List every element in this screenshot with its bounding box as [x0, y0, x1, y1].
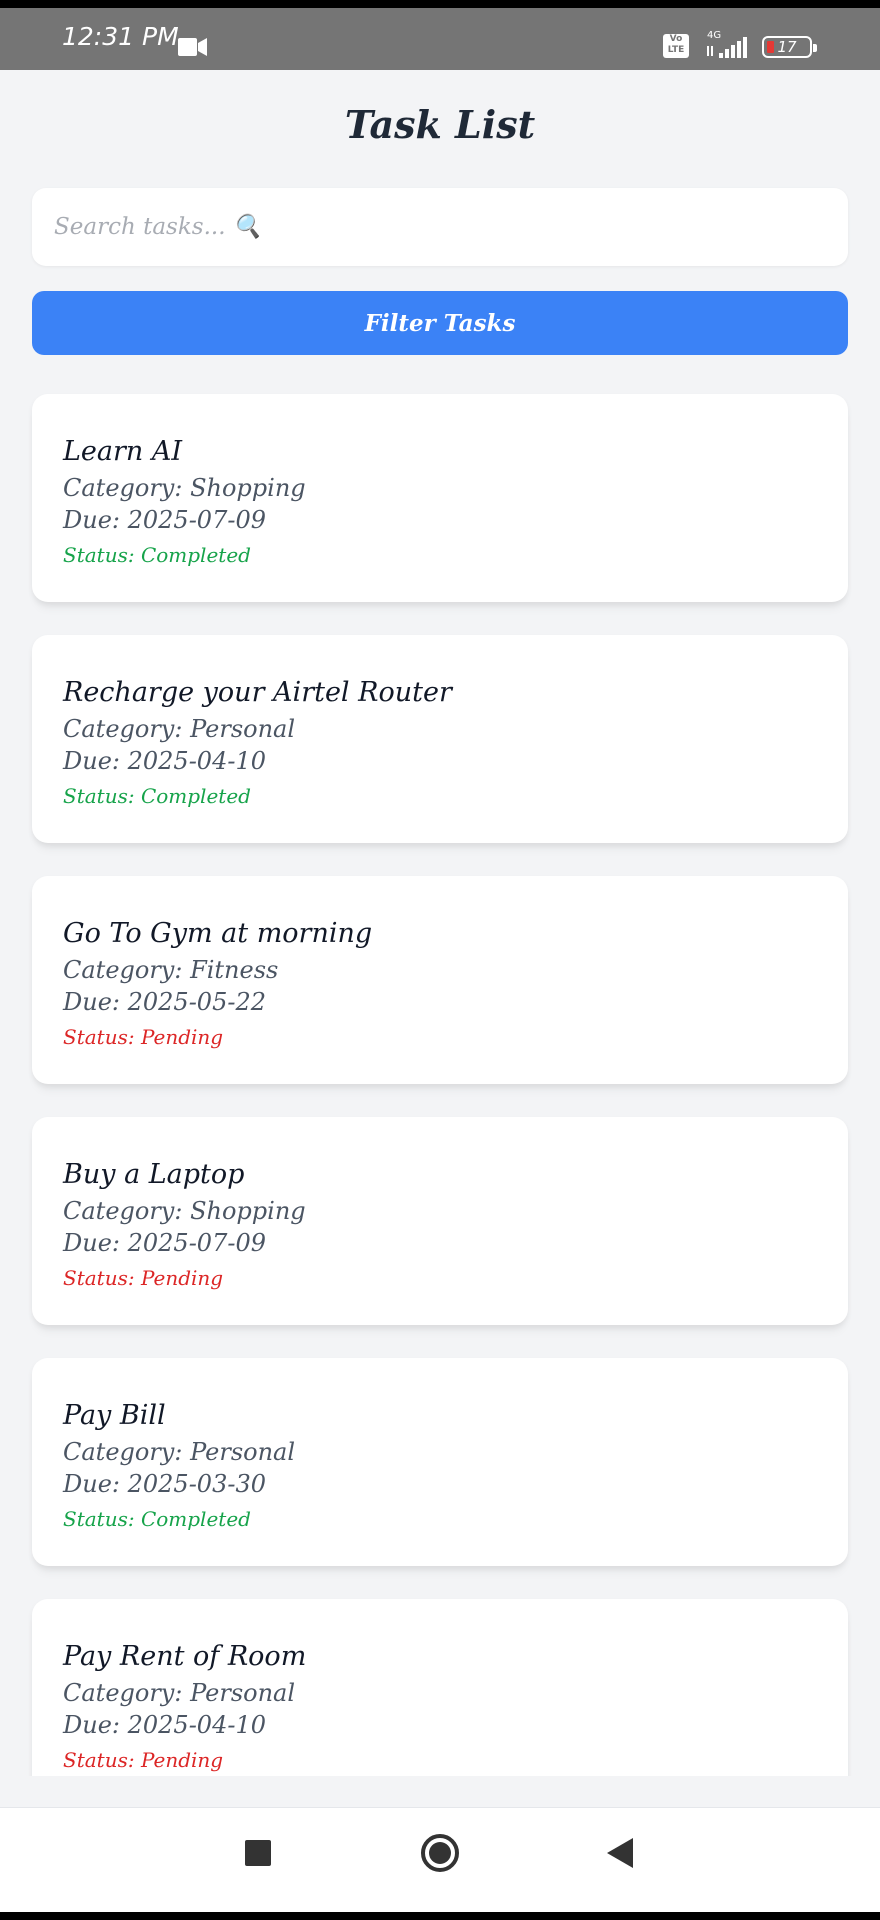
task-category: Category: Personal [63, 1679, 296, 1707]
task-due-date: Due: 2025-03-30 [63, 1470, 266, 1498]
task-list-scroll-area[interactable]: Learn AI Category: Shopping Due: 2025-07… [0, 380, 880, 1776]
signal-icon: 4G [707, 30, 747, 58]
task-status: Status: Pending [63, 1266, 224, 1290]
search-input[interactable] [54, 188, 834, 266]
task-status: Status: Completed [63, 543, 251, 567]
home-icon[interactable] [420, 1833, 460, 1873]
task-title: Recharge your Airtel Router [63, 677, 452, 708]
back-icon[interactable] [605, 1836, 635, 1870]
task-category: Category: Personal [63, 715, 296, 743]
recent-apps-icon[interactable] [245, 1840, 271, 1866]
task-status: Status: Completed [63, 1507, 251, 1531]
task-category: Category: Shopping [63, 474, 306, 502]
task-category: Category: Shopping [63, 1197, 306, 1225]
task-card[interactable]: Recharge your Airtel Router Category: Pe… [32, 635, 848, 843]
task-status: Status: Pending [63, 1025, 224, 1049]
video-camera-icon [178, 38, 207, 56]
task-category: Category: Fitness [63, 956, 279, 984]
task-title: Buy a Laptop [63, 1159, 245, 1190]
volte-icon: Vo LTE [663, 34, 689, 58]
task-due-date: Due: 2025-07-09 [63, 1229, 266, 1257]
battery-level: 17 [777, 38, 797, 56]
task-due-date: Due: 2025-05-22 [63, 988, 266, 1016]
task-status: Status: Completed [63, 784, 251, 808]
page-title: Task List [344, 102, 536, 147]
filter-tasks-button[interactable]: Filter Tasks [32, 291, 848, 355]
task-title: Pay Bill [63, 1400, 166, 1431]
task-due-date: Due: 2025-07-09 [63, 506, 266, 534]
top-edge [0, 0, 880, 8]
task-card[interactable]: Pay Rent of Room Category: Personal Due:… [32, 1599, 848, 1776]
status-bar: 12:31 PM Vo LTE 4G 17 [0, 8, 880, 70]
task-card[interactable]: Learn AI Category: Shopping Due: 2025-07… [32, 394, 848, 602]
task-card[interactable]: Go To Gym at morning Category: Fitness D… [32, 876, 848, 1084]
bottom-edge [0, 1912, 880, 1920]
task-card[interactable]: Pay Bill Category: Personal Due: 2025-03… [32, 1358, 848, 1566]
battery-icon: 17 [762, 36, 817, 58]
task-list: Learn AI Category: Shopping Due: 2025-07… [32, 394, 848, 1776]
task-category: Category: Personal [63, 1438, 296, 1466]
network-type-label: 4G [707, 30, 721, 41]
task-title: Learn AI [63, 436, 183, 467]
task-status: Status: Pending [63, 1748, 224, 1772]
search-box[interactable] [32, 188, 848, 266]
task-title: Go To Gym at morning [63, 918, 373, 949]
task-card[interactable]: Buy a Laptop Category: Shopping Due: 202… [32, 1117, 848, 1325]
navigation-bar [0, 1807, 880, 1913]
task-title: Pay Rent of Room [63, 1641, 307, 1672]
status-time: 12:31 PM [62, 22, 179, 51]
task-due-date: Due: 2025-04-10 [63, 747, 266, 775]
task-due-date: Due: 2025-04-10 [63, 1711, 266, 1739]
